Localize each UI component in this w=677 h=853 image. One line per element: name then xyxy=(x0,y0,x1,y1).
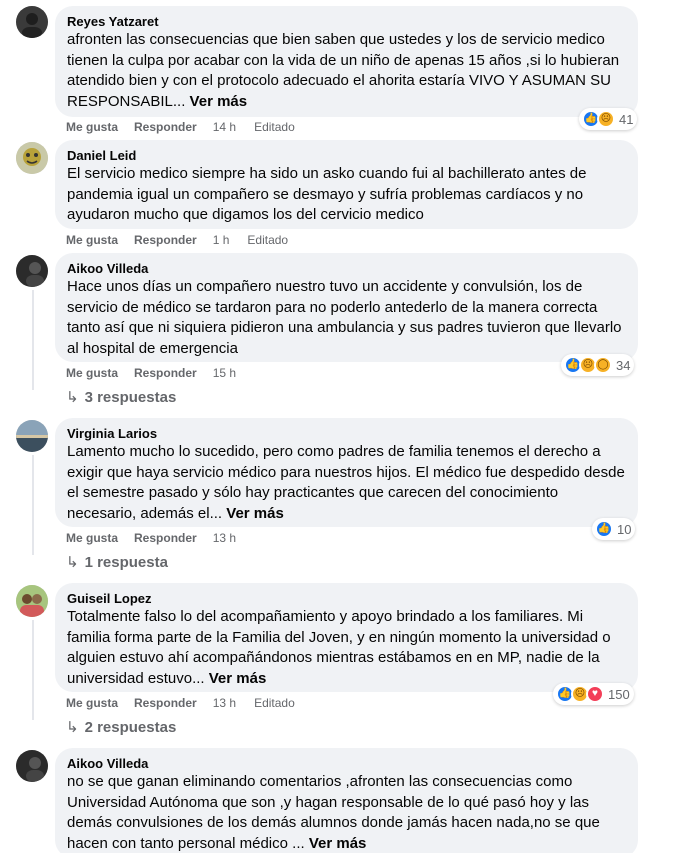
comment-actions: Me gusta Responder 13 h Editado xyxy=(66,695,295,711)
comment-author[interactable]: Guiseil Lopez xyxy=(67,590,626,607)
replies-count: 3 respuestas xyxy=(84,388,177,406)
comment-body: afronten las consecuencias que bien sabe… xyxy=(67,31,620,110)
comment-actions: Me gusta Responder 1 h Editado xyxy=(66,232,288,248)
like-button[interactable]: Me gusta xyxy=(66,365,118,381)
reply-arrow-icon: ↳ xyxy=(66,389,79,406)
comment-timestamp[interactable]: 13 h xyxy=(213,695,236,711)
reaction-count: 41 xyxy=(619,111,634,127)
reply-button[interactable]: Responder xyxy=(134,365,197,381)
comment-bubble: Guiseil Lopez Totalmente falso lo del ac… xyxy=(55,583,638,692)
comment-actions: Me gusta Responder 14 h Editado xyxy=(66,119,295,135)
reply-arrow-icon: ↳ xyxy=(66,719,79,736)
avatar[interactable] xyxy=(16,255,48,287)
comment-body: Totalmente falso lo del acompañamiento y… xyxy=(67,608,611,687)
comment-text: El servicio medico siempre ha sido un as… xyxy=(67,165,587,223)
reaction-summary[interactable]: 👍 ☹ ◯ 34 xyxy=(561,354,635,376)
like-reaction-icon: 👍 xyxy=(595,520,613,538)
thread-line xyxy=(32,620,34,720)
comment-author[interactable]: Aikoo Villeda xyxy=(67,260,626,277)
edited-label: Editado xyxy=(254,120,295,134)
wow-reaction-icon: ◯ xyxy=(594,356,612,374)
see-more-link[interactable]: Ver más xyxy=(309,835,367,852)
edited-label: Editado xyxy=(254,696,295,710)
reply-button[interactable]: Responder xyxy=(134,119,197,135)
comment-text: Lamento mucho lo sucedido, pero como pad… xyxy=(67,442,626,524)
reaction-summary[interactable]: 👍 10 xyxy=(592,518,636,540)
comment-bubble: Virginia Larios Lamento mucho lo sucedid… xyxy=(55,418,638,527)
comment-text: no se que ganan eliminando comentarios ,… xyxy=(67,772,626,853)
edited-label: Editado xyxy=(247,233,289,247)
comment-author[interactable]: Reyes Yatzaret xyxy=(67,13,626,30)
love-reaction-icon: ♥ xyxy=(586,685,604,703)
comment-text: Totalmente falso lo del acompañamiento y… xyxy=(67,607,626,689)
sad-reaction-icon: ☹ xyxy=(597,110,615,128)
reaction-count: 34 xyxy=(616,357,631,373)
reply-button[interactable]: Responder xyxy=(134,232,197,248)
see-more-link[interactable]: Ver más xyxy=(226,505,284,522)
avatar[interactable] xyxy=(16,750,48,782)
comment-bubble: Aikoo Villeda Hace unos días un compañer… xyxy=(55,253,638,362)
comment-body: Lamento mucho lo sucedido, pero como pad… xyxy=(67,443,625,522)
comment-timestamp[interactable]: 14 h xyxy=(213,119,236,135)
like-button[interactable]: Me gusta xyxy=(66,119,118,135)
comment-text: afronten las consecuencias que bien sabe… xyxy=(67,30,626,112)
reaction-count: 10 xyxy=(617,521,632,537)
replies-count: 2 respuestas xyxy=(84,718,177,736)
thread-line xyxy=(32,455,34,555)
view-replies-button[interactable]: ↳ 2 respuestas xyxy=(66,718,177,737)
like-button[interactable]: Me gusta xyxy=(66,695,118,711)
comment-author[interactable]: Virginia Larios xyxy=(67,425,626,442)
comment-actions: Me gusta Responder 15 h xyxy=(66,365,254,381)
comment-timestamp[interactable]: 13 h xyxy=(213,530,236,546)
comment-bubble: Daniel Leid El servicio medico siempre h… xyxy=(55,140,638,229)
comment-actions: Me gusta Responder 13 h xyxy=(66,530,254,546)
comment-bubble: Reyes Yatzaret afronten las consecuencia… xyxy=(55,6,638,117)
reply-button[interactable]: Responder xyxy=(134,695,197,711)
reaction-summary[interactable]: 👍 ☹ ♥ 150 xyxy=(553,683,634,705)
replies-count: 1 respuesta xyxy=(84,553,168,571)
see-more-link[interactable]: Ver más xyxy=(190,93,248,110)
avatar[interactable] xyxy=(16,420,48,452)
thread-line xyxy=(32,290,34,390)
avatar[interactable] xyxy=(16,6,48,38)
comment-author[interactable]: Daniel Leid xyxy=(67,147,626,164)
comment-author[interactable]: Aikoo Villeda xyxy=(67,755,626,772)
see-more-link[interactable]: Ver más xyxy=(209,670,267,687)
comment-timestamp[interactable]: 15 h xyxy=(213,365,236,381)
view-replies-button[interactable]: ↳ 1 respuesta xyxy=(66,553,168,572)
comment-bubble: Aikoo Villeda no se que ganan eliminando… xyxy=(55,748,638,853)
reaction-count: 150 xyxy=(608,686,630,702)
comment-text: Hace unos días un compañero nuestro tuvo… xyxy=(67,278,622,357)
reaction-summary[interactable]: 👍 ☹ 41 xyxy=(579,108,638,130)
view-replies-button[interactable]: ↳ 3 respuestas xyxy=(66,388,177,407)
avatar[interactable] xyxy=(16,585,48,617)
comment-timestamp[interactable]: 1 h xyxy=(213,232,230,248)
reply-arrow-icon: ↳ xyxy=(66,554,79,571)
like-button[interactable]: Me gusta xyxy=(66,530,118,546)
reply-button[interactable]: Responder xyxy=(134,530,197,546)
like-button[interactable]: Me gusta xyxy=(66,232,118,248)
avatar[interactable] xyxy=(16,142,48,174)
